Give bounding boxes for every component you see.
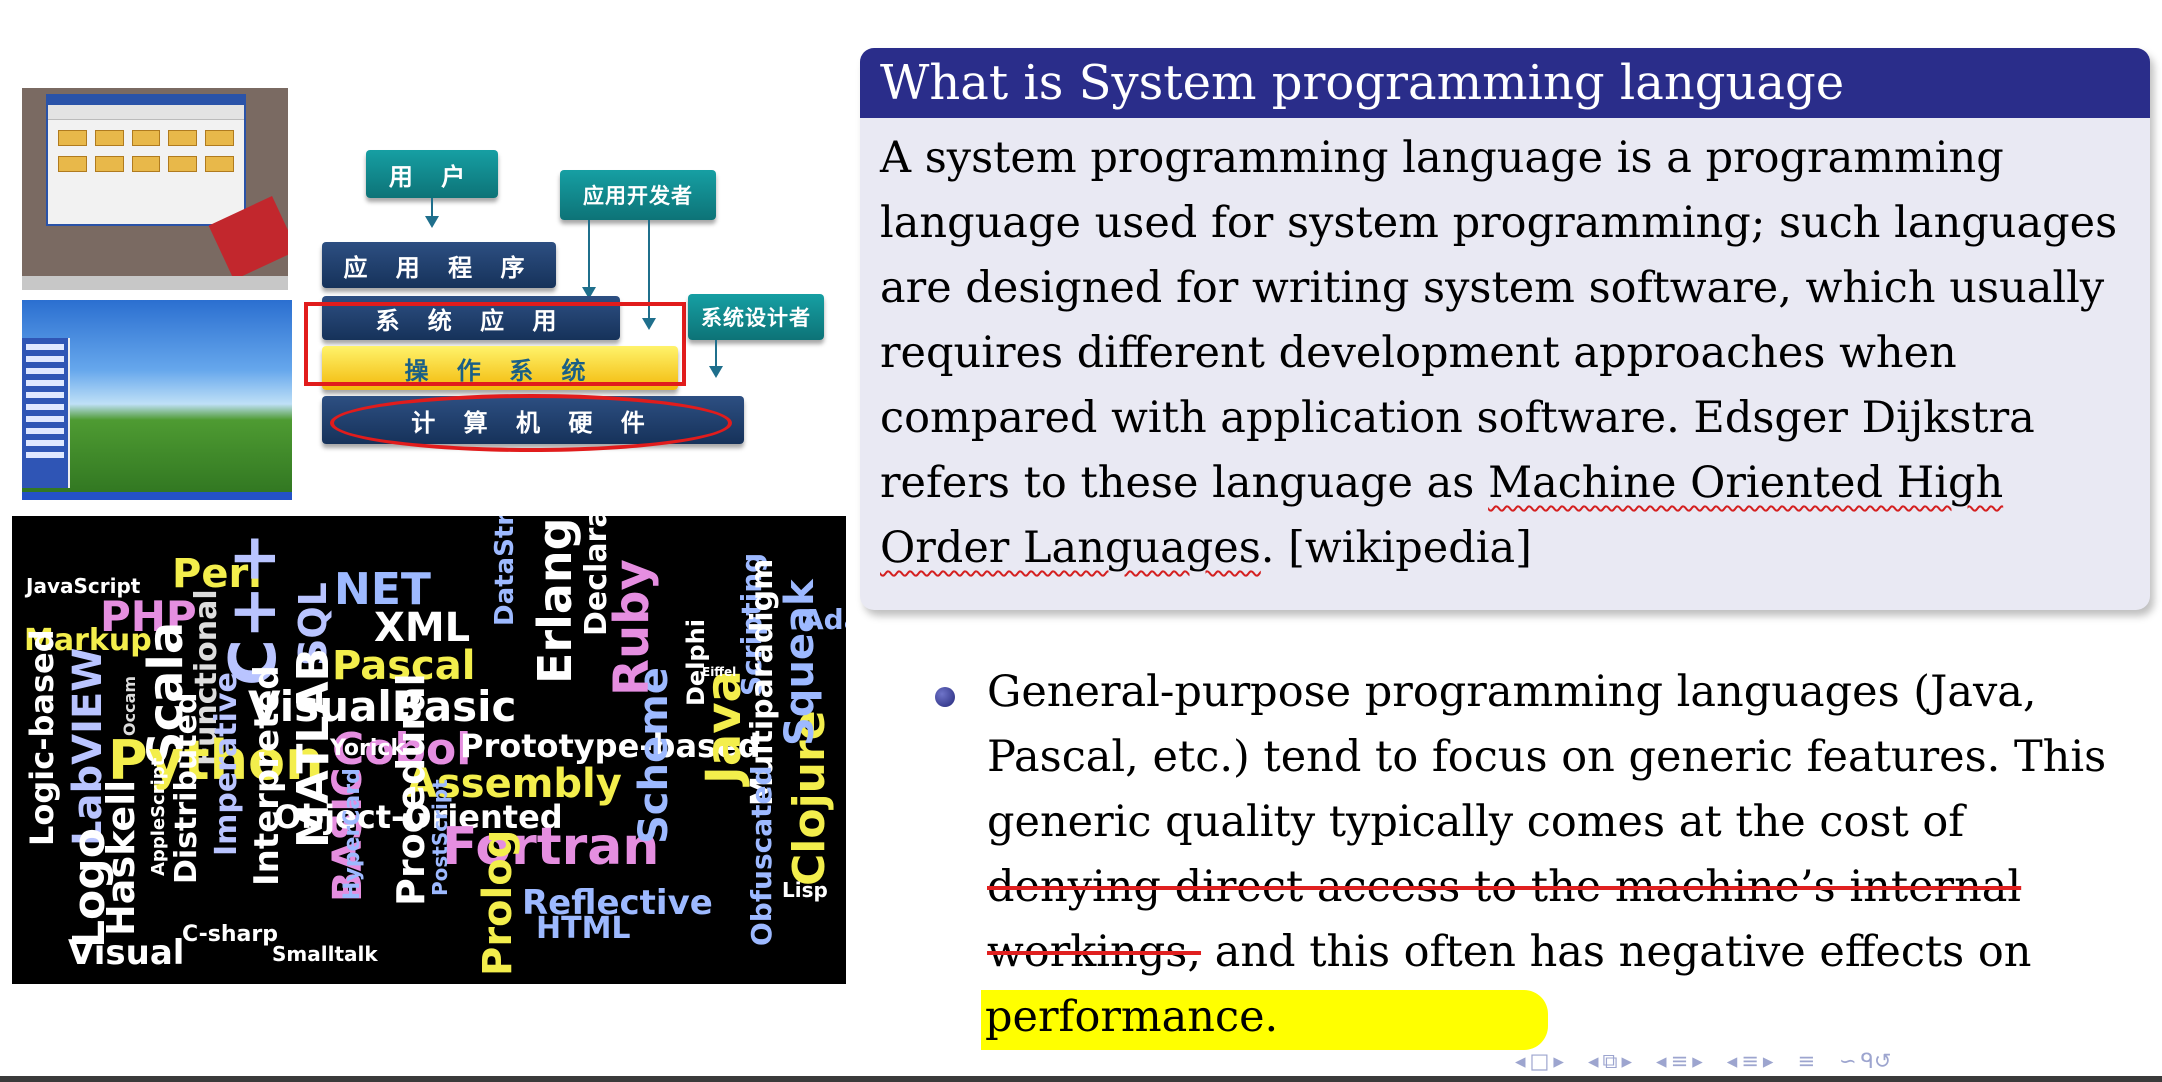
diagram-application-box: 应 用 程 序 [322, 242, 556, 288]
diagram-user-box: 用 户 [366, 150, 498, 198]
word-cloud-word: Prolog [475, 829, 521, 976]
windows-desktop-screenshot [22, 300, 292, 500]
nav-prev-section-icon[interactable]: ◂ [1656, 1049, 1667, 1073]
diagram-red-rectangle [304, 302, 686, 386]
word-cloud-word: Yorick [330, 736, 406, 761]
word-cloud-word: C++ [217, 531, 291, 686]
word-cloud-word: Distributed [169, 692, 204, 884]
nav-search-icon[interactable]: ∽ [1839, 1049, 1857, 1073]
word-cloud-word: Occam [120, 675, 139, 736]
nav-back-icon[interactable]: ᑫ↺ [1861, 1049, 1892, 1073]
word-cloud-word: Visual [68, 933, 185, 973]
word-cloud-word: Erlang [528, 517, 582, 684]
explorer-window [46, 94, 246, 226]
word-cloud-word: PostScript [428, 779, 452, 896]
word-cloud-word: Obfuscated [745, 765, 778, 946]
nav-prev-doc-icon[interactable]: ◂ [1727, 1049, 1738, 1073]
nav-next-frame-icon[interactable]: ▸ [1553, 1049, 1564, 1073]
word-cloud-word: Eiffel [702, 665, 737, 679]
word-cloud-word: Logic-based [23, 629, 61, 846]
nav-section-icon[interactable]: ≡ [1671, 1049, 1689, 1073]
nav-subsection-icon[interactable]: ⧉ [1602, 1049, 1617, 1074]
window-bottom-edge [0, 1076, 2162, 1082]
word-cloud-word: Procedural [389, 673, 433, 906]
word-cloud-word: Smalltalk [272, 942, 378, 966]
word-cloud-word: AppleScript [148, 757, 169, 876]
word-cloud-word: HyperCard [340, 768, 365, 900]
diagram-red-ellipse [330, 394, 732, 452]
word-cloud-word: XML [374, 605, 471, 651]
word-cloud-word: Delphi [682, 619, 710, 706]
word-cloud-word: Imperative [209, 672, 244, 856]
diagram-system-designer-box: 系统设计者 [688, 294, 824, 340]
word-cloud-word: C-sharp [182, 922, 278, 947]
bullet-text: General-purpose programming languages (J… [981, 660, 2117, 1050]
diagram-app-developer-box: 应用开发者 [560, 170, 716, 220]
word-cloud-word: HTML [536, 911, 631, 946]
nav-next-section-icon[interactable]: ▸ [1692, 1049, 1703, 1073]
definition-text: A system programming language is a progr… [880, 133, 2118, 573]
word-cloud-word: Lisp [782, 878, 828, 902]
word-cloud-word: DataStructured [490, 516, 520, 626]
highlighted-text: performance. [981, 990, 1549, 1050]
word-cloud-word: Ada [802, 603, 846, 636]
programming-languages-word-cloud: JavaScript Perl PHP Markup NET XML C++ SQL Pasca… [12, 516, 846, 984]
os-layer-diagram: 用 户 应用开发者 应 用 程 序 系 统 应 用 操 作 系 统 系统设计者 … [300, 140, 840, 460]
block-title: What is System programming language [860, 48, 2150, 118]
word-cloud-word: Interpreted [247, 665, 287, 886]
word-cloud-word: Declarative [579, 516, 614, 636]
beamer-navigation: ◂ □ ▸ ◂ ⧉ ▸ ◂ ≡ ▸ ◂ ≡ ▸ ≡ ∽ ᑫ↺ [1515, 1046, 1909, 1076]
definition-block: What is System programming language A sy… [860, 48, 2150, 610]
word-cloud-word: Logo [64, 828, 115, 948]
bullet-icon [935, 687, 955, 707]
windows-explorer-screenshot [22, 88, 288, 290]
word-cloud-word: Ruby [604, 559, 660, 696]
nav-prev-frame-icon[interactable]: ◂ [1515, 1049, 1526, 1073]
nav-align-icon[interactable]: ≡ [1797, 1049, 1815, 1073]
nav-frame-icon[interactable]: □ [1530, 1049, 1550, 1073]
nav-next-subsection-icon[interactable]: ▸ [1621, 1049, 1632, 1073]
nav-prev-subsection-icon[interactable]: ◂ [1588, 1049, 1599, 1073]
nav-next-doc-icon[interactable]: ▸ [1763, 1049, 1774, 1073]
nav-doc-icon[interactable]: ≡ [1741, 1049, 1759, 1073]
